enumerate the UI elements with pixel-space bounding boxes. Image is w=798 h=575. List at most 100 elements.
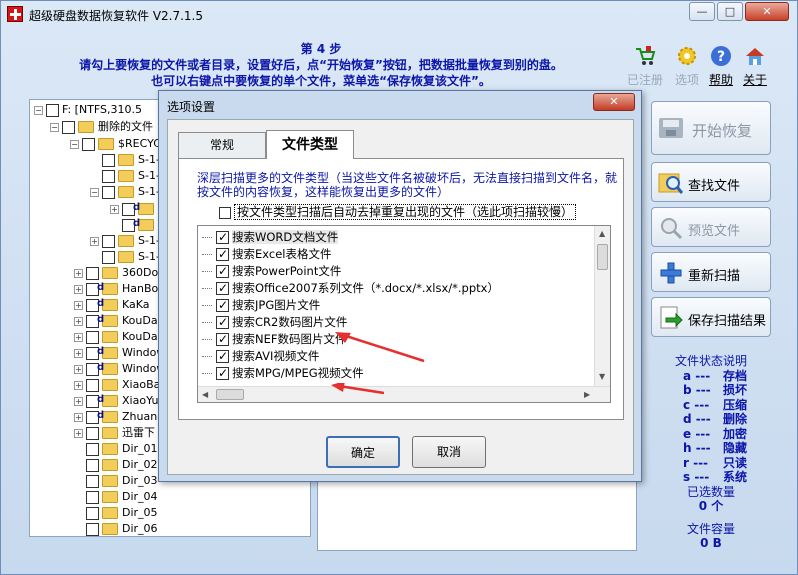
tree-checkbox[interactable] (86, 330, 99, 344)
minimize-button[interactable]: — (689, 2, 715, 21)
scroll-thumb[interactable] (216, 389, 244, 400)
tree-row[interactable]: Dir_02 (86, 457, 158, 473)
scroll-right-icon[interactable]: ▶ (584, 390, 590, 399)
dialog-close-button[interactable]: ✕ (593, 93, 635, 111)
tree-row[interactable]: +Window (74, 360, 165, 377)
vertical-scrollbar[interactable]: ▲ ▼ (594, 226, 610, 386)
tree-checkbox[interactable] (86, 490, 99, 504)
filetype-checkbox[interactable] (216, 229, 229, 246)
auto-remove-duplicates-option[interactable]: 按文件类型扫描后自动去掉重复出现的文件（选此项扫描较慢） (219, 203, 577, 220)
tree-checkbox[interactable] (86, 474, 99, 488)
tree-checkbox[interactable] (82, 137, 95, 151)
tab-general[interactable]: 常规 (178, 132, 266, 158)
filetype-checkbox[interactable] (216, 246, 229, 263)
tree-row[interactable]: + XiaoBai (74, 377, 163, 393)
close-button[interactable]: ✕ (745, 2, 789, 21)
preview-file-button[interactable]: 预览文件 (651, 207, 771, 247)
tree-row[interactable]: Dir_04 (86, 489, 158, 505)
tree-checkbox[interactable] (86, 522, 99, 536)
tree-row[interactable]: +360Dow (74, 265, 167, 281)
filetype-item[interactable]: 搜索JPG图片文件 (202, 297, 320, 314)
collapse-icon[interactable]: − (70, 139, 79, 149)
tree-row[interactable]: + (110, 200, 158, 217)
find-file-button[interactable]: 查找文件 (651, 162, 771, 202)
scroll-down-icon[interactable]: ▼ (599, 372, 605, 381)
expand-icon[interactable]: + (74, 380, 83, 390)
filetype-item[interactable]: 搜索Excel表格文件 (202, 246, 331, 263)
filetype-checkbox[interactable] (216, 365, 229, 382)
tree-row[interactable]: + KouDai (74, 329, 161, 345)
expand-icon[interactable]: + (74, 332, 83, 342)
filetype-checkbox[interactable] (216, 314, 229, 331)
auto-remove-checkbox[interactable] (219, 206, 231, 219)
collapse-icon[interactable]: − (50, 122, 59, 132)
ok-button[interactable]: 确定 (326, 436, 400, 468)
filetype-item[interactable]: 搜索NEF数码图片文件 (202, 331, 346, 348)
tree-checkbox[interactable] (46, 103, 59, 117)
cancel-button[interactable]: 取消 (412, 436, 486, 468)
filetype-item[interactable]: 搜索AVI视频文件 (202, 348, 319, 365)
filetype-item[interactable]: 搜索PowerPoint文件 (202, 263, 341, 280)
horizontal-scrollbar[interactable]: ◀ ▶ (198, 386, 610, 402)
tree-row[interactable]: + KouDai (74, 312, 161, 329)
tree-checkbox[interactable] (86, 442, 99, 456)
tree-row[interactable]: + 迅雷下 (74, 425, 155, 441)
rescan-button[interactable]: 重新扫描 (651, 252, 771, 292)
tree-checkbox[interactable] (86, 266, 99, 280)
expand-icon[interactable]: + (74, 268, 83, 278)
tree-row[interactable]: Dir_03 (86, 473, 158, 489)
tree-row[interactable]: − S-1- (90, 184, 160, 200)
tree-checkbox[interactable] (62, 120, 75, 134)
scroll-up-icon[interactable]: ▲ (599, 229, 605, 238)
tree-row[interactable]: + KaKa (74, 296, 150, 313)
filetype-checkbox[interactable] (216, 280, 229, 297)
filetype-item[interactable]: 搜索CR2数码图片文件 (202, 314, 347, 331)
filetype-checkbox[interactable] (216, 348, 229, 365)
filetype-checkbox[interactable] (216, 331, 229, 348)
tree-row[interactable]: S-1- (102, 168, 160, 184)
save-scan-button[interactable]: 保存扫描结果 (651, 297, 771, 337)
tree-checkbox[interactable] (102, 250, 115, 264)
tree-checkbox[interactable] (86, 506, 99, 520)
expand-icon[interactable]: + (74, 284, 83, 294)
expand-icon[interactable]: + (74, 316, 83, 326)
tree-row[interactable]: − 删除的文件 (50, 119, 153, 135)
tree-row[interactable]: − F: [NTFS,310.5 (34, 102, 142, 118)
expand-icon[interactable]: + (90, 236, 99, 246)
expand-icon[interactable]: + (74, 348, 83, 358)
filetype-item[interactable]: 搜索WORD文档文件 (202, 229, 339, 246)
expand-icon[interactable]: + (74, 300, 83, 310)
maximize-button[interactable]: □ (717, 2, 743, 21)
tree-row[interactable]: S-1- (102, 249, 160, 265)
tree-row[interactable]: S-1- (102, 152, 160, 168)
tree-checkbox[interactable] (102, 169, 115, 183)
tree-row[interactable]: + XiaoYu (74, 392, 159, 409)
expand-icon[interactable]: + (74, 412, 83, 422)
filetype-checkbox[interactable] (216, 263, 229, 280)
filetype-item[interactable]: 搜索Office2007系列文件（*.docx/*.xlsx/*.pptx） (202, 280, 499, 297)
tree-row[interactable]: Dir_06 (86, 521, 158, 536)
tree-checkbox[interactable] (102, 185, 115, 199)
tree-checkbox[interactable] (86, 458, 99, 472)
scroll-left-icon[interactable]: ◀ (202, 390, 208, 399)
tab-filetype[interactable]: 文件类型 (266, 130, 354, 159)
expand-icon[interactable]: + (110, 204, 119, 214)
tree-checkbox[interactable] (102, 234, 115, 248)
expand-icon[interactable]: + (74, 428, 83, 438)
tree-row[interactable]: +Window (74, 344, 165, 361)
collapse-icon[interactable]: − (34, 105, 43, 115)
tree-checkbox[interactable] (102, 153, 115, 167)
tree-row[interactable]: Dir_05 (86, 505, 158, 521)
scroll-thumb[interactable] (597, 244, 608, 270)
tree-row[interactable]: +Zhuang (74, 408, 164, 425)
start-recovery-button[interactable]: 开始恢复 (651, 101, 771, 155)
tree-row[interactable]: − $RECYC (70, 136, 161, 152)
toolbar-registered[interactable]: 已注册 (625, 45, 665, 88)
toolbar-about[interactable]: 关于 (735, 45, 775, 88)
tree-row[interactable]: Dir_01 (86, 441, 158, 457)
collapse-icon[interactable]: − (90, 187, 99, 197)
expand-icon[interactable]: + (74, 396, 83, 406)
filetype-checkbox[interactable] (216, 297, 229, 314)
expand-icon[interactable]: + (74, 364, 83, 374)
tree-checkbox[interactable] (86, 426, 99, 440)
